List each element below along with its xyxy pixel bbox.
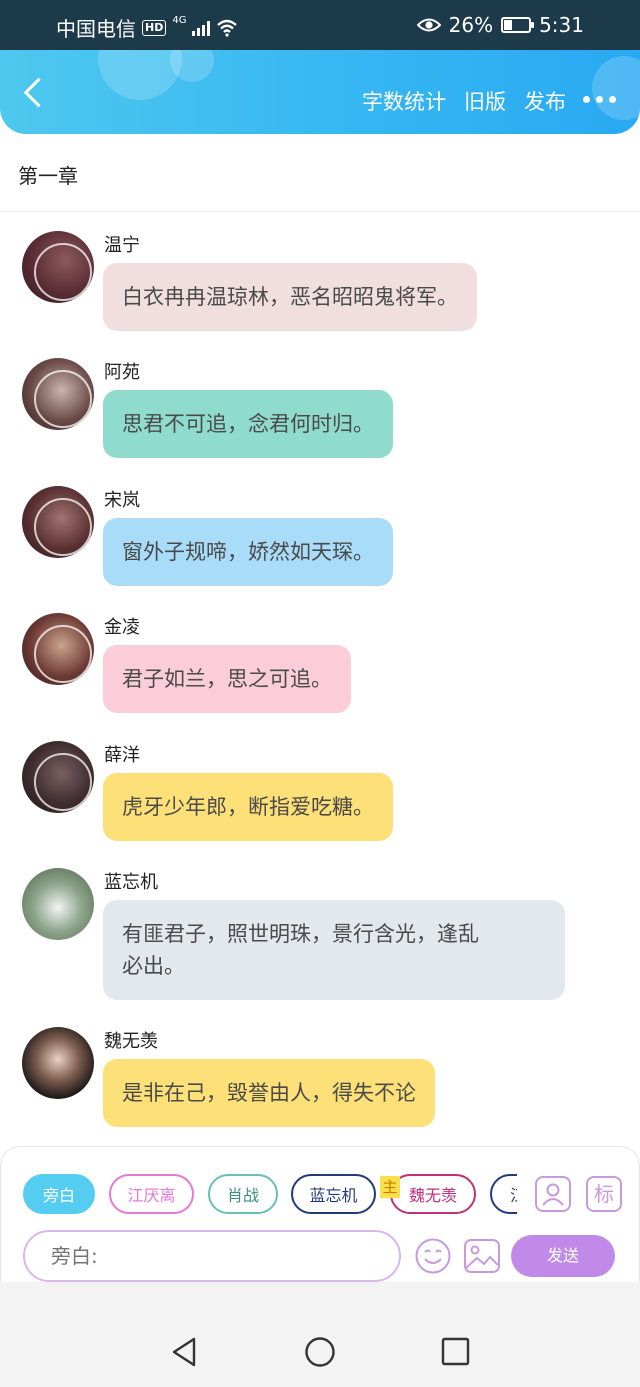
clock: 5:31 xyxy=(539,13,584,37)
system-nav-bar xyxy=(0,1282,640,1387)
old-version-button[interactable]: 旧版 xyxy=(464,86,506,116)
emoji-icon[interactable] xyxy=(414,1237,452,1275)
message-bubble[interactable]: 是非在己，毁誉由人，得失不论 xyxy=(103,1059,435,1127)
wifi-icon xyxy=(217,19,238,37)
avatar[interactable] xyxy=(22,358,94,430)
role-chip[interactable]: 江 xyxy=(490,1174,517,1214)
hd-badge: HD xyxy=(142,19,167,36)
message-bubble[interactable]: 窗外子规啼，娇然如天琛。 xyxy=(103,518,393,586)
person-icon xyxy=(542,1183,564,1206)
home-nav-icon[interactable] xyxy=(304,1336,336,1368)
sender-name: 宋岚 xyxy=(104,490,140,511)
carrier-label: 中国电信 xyxy=(56,17,136,41)
more-options-button[interactable] xyxy=(583,96,616,103)
avatar[interactable] xyxy=(22,613,94,685)
main-role-badge: 主 xyxy=(380,1176,400,1198)
decor-bubble xyxy=(592,56,640,120)
role-chip[interactable]: 魏无羡 xyxy=(390,1174,476,1214)
battery-icon xyxy=(501,17,535,33)
chapter-title[interactable]: 第一章 xyxy=(18,160,78,189)
header-actions: 字数统计 旧版 发布 xyxy=(362,86,566,116)
sender-name: 蓝忘机 xyxy=(104,872,158,893)
role-chip-list[interactable]: 旁白 江厌离 肖战 蓝忘机 魏无羡 江 xyxy=(23,1174,517,1218)
message-text-line: 有匪君子，照世明珠，景行含光，逢乱 xyxy=(122,922,479,946)
message-bubble[interactable]: 白衣冉冉温琼林，恶名昭昭鬼将军。 xyxy=(103,263,477,331)
mark-button[interactable]: 标 xyxy=(586,1176,622,1212)
message-bubble[interactable]: 君子如兰，思之可追。 xyxy=(103,645,351,713)
message-text-line: 必出。 xyxy=(122,954,185,978)
signal-icon xyxy=(192,20,211,36)
sender-name: 金凌 xyxy=(104,617,140,638)
role-chip[interactable]: 肖战 xyxy=(208,1174,278,1214)
back-button[interactable] xyxy=(20,76,48,110)
role-chip-narrator[interactable]: 旁白 xyxy=(23,1174,95,1214)
divider xyxy=(0,211,640,212)
role-manage-button[interactable] xyxy=(535,1176,571,1212)
word-count-button[interactable]: 字数统计 xyxy=(362,86,446,116)
back-nav-icon[interactable] xyxy=(170,1336,198,1368)
message-bubble[interactable]: 虎牙少年郎，断指爱吃糖。 xyxy=(103,773,393,841)
avatar[interactable] xyxy=(22,1027,94,1099)
avatar[interactable] xyxy=(22,868,94,940)
composer-panel: 旁白 江厌离 肖战 蓝忘机 魏无羡 江 标 发送 xyxy=(0,1146,640,1282)
sender-name: 魏无羡 xyxy=(104,1031,158,1052)
avatar[interactable] xyxy=(22,486,94,558)
role-chip[interactable]: 江厌离 xyxy=(109,1174,194,1214)
status-bar: 中国电信 HD 4G 26% 5:31 xyxy=(0,0,640,50)
top-app-bar: 字数统计 旧版 发布 xyxy=(0,50,640,134)
avatar[interactable] xyxy=(22,231,94,303)
publish-button[interactable]: 发布 xyxy=(524,86,566,116)
avatar[interactable] xyxy=(22,741,94,813)
recents-nav-icon[interactable] xyxy=(441,1337,471,1367)
message-input[interactable] xyxy=(23,1230,401,1282)
sender-name: 阿苑 xyxy=(104,362,140,383)
send-button[interactable]: 发送 xyxy=(511,1235,615,1277)
sender-name: 薛洋 xyxy=(104,745,140,766)
role-chip[interactable]: 蓝忘机 xyxy=(291,1174,376,1214)
network-type: 4G xyxy=(172,15,187,26)
image-icon[interactable] xyxy=(463,1237,501,1275)
eye-icon xyxy=(416,18,441,32)
sender-name: 温宁 xyxy=(104,235,140,256)
message-bubble[interactable]: 思君不可追，念君何时归。 xyxy=(103,390,393,458)
battery-percent: 26% xyxy=(448,13,494,37)
message-bubble[interactable]: 有匪君子，照世明珠，景行含光，逢乱 必出。 xyxy=(103,900,565,1000)
